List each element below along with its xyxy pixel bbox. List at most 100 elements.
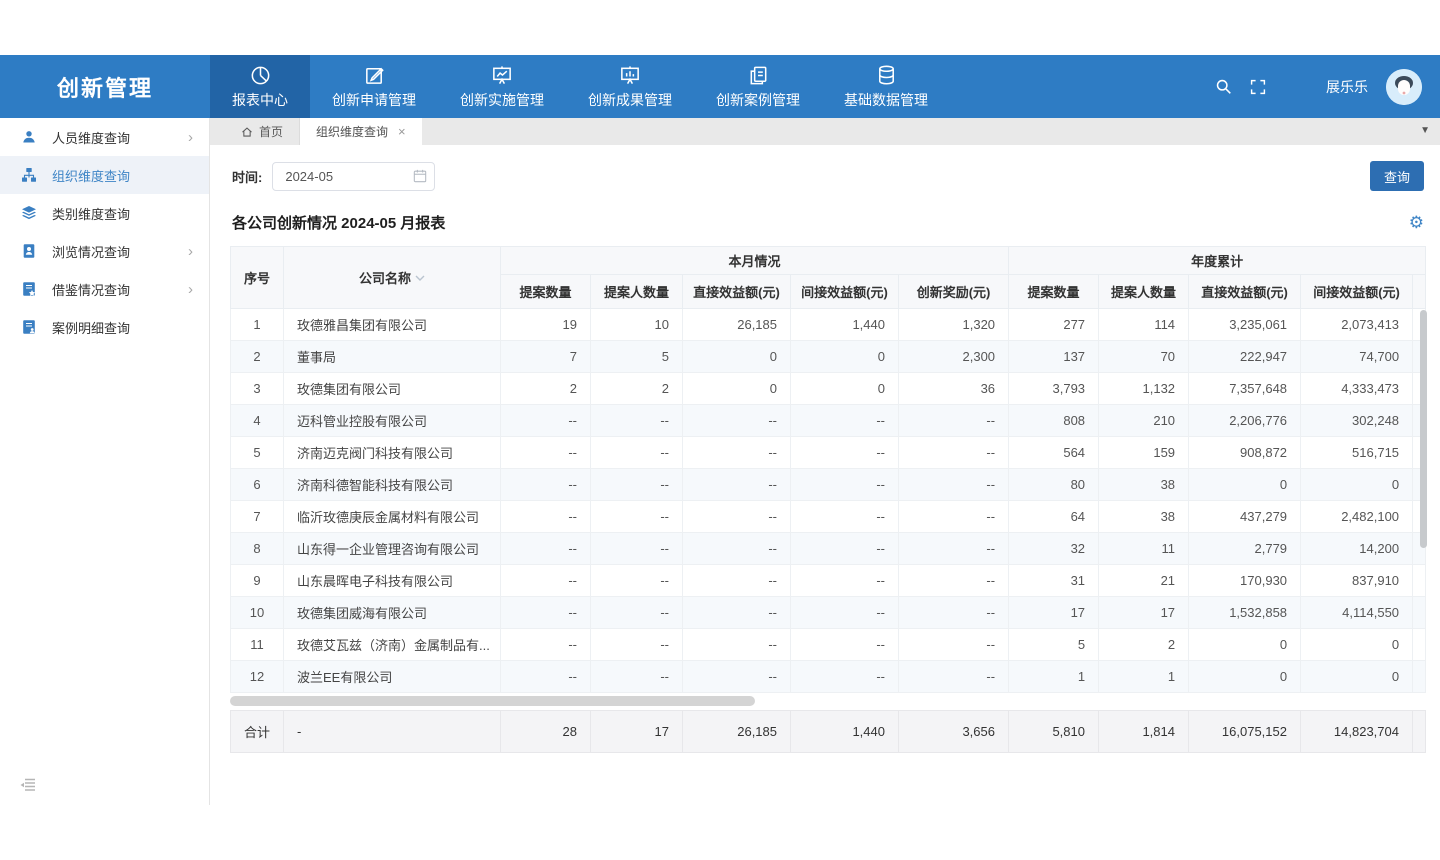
sort-caret-icon[interactable] (415, 270, 425, 285)
total-cell: 14,823,704 (1301, 711, 1413, 753)
total-body: 合计-281726,1851,4403,6565,8101,81416,075,… (231, 711, 1426, 753)
cell: 11 (1099, 533, 1189, 565)
avatar[interactable] (1386, 69, 1422, 105)
cell: 1,440 (791, 309, 899, 341)
cell: 159 (1099, 437, 1189, 469)
cell: 64 (1009, 501, 1099, 533)
nav-item[interactable]: 创新案例管理 (694, 55, 822, 118)
cell: -- (501, 501, 591, 533)
user-name[interactable]: 展乐乐 (1326, 77, 1368, 97)
cell: 21 (1099, 565, 1189, 597)
cell: 1 (231, 309, 284, 341)
nav-item[interactable]: 创新实施管理 (438, 55, 566, 118)
time-input[interactable] (272, 162, 435, 191)
total-cell: 28 (501, 711, 591, 753)
cell: -- (899, 533, 1009, 565)
sidebar-item-label: 借鉴情况查询 (52, 280, 130, 299)
cell: -- (899, 629, 1009, 661)
cell: -- (791, 533, 899, 565)
presentation-line-icon (490, 63, 514, 87)
cell: 0 (1189, 661, 1301, 693)
sidebar-item[interactable]: 组织维度查询 (0, 156, 209, 194)
main-content: 时间: 查询 各公司创新情况 2024-05 月报表 ⚙ 序号公司名称本月情况年… (210, 145, 1440, 860)
tab-dropdown-caret-icon[interactable]: ▼ (1420, 125, 1430, 136)
nav-item-label: 报表中心 (232, 90, 288, 110)
sidebar-item[interactable]: 类别维度查询 (0, 194, 209, 232)
cell: 17 (1009, 597, 1099, 629)
table-settings-gear-icon[interactable]: ⚙ (1409, 214, 1424, 231)
sidebar-item-label: 组织维度查询 (52, 166, 130, 185)
page: 创新管理 报表中心创新申请管理创新实施管理创新成果管理创新案例管理基础数据管理 … (0, 0, 1440, 860)
cell: 6 (231, 469, 284, 501)
cell: 170,930 (1189, 565, 1301, 597)
table-row: 1玫德雅昌集团有限公司191026,1851,4401,3202771143,2… (231, 309, 1426, 341)
cell: 1,132 (1099, 373, 1189, 405)
sidebar-item-label: 人员维度查询 (52, 128, 130, 147)
column-header-company[interactable]: 公司名称 (284, 247, 501, 309)
table-row: 10玫德集团威海有限公司----------17171,532,8584,114… (231, 597, 1426, 629)
total-cell: 5,810 (1009, 711, 1099, 753)
nav-item[interactable]: 报表中心 (210, 55, 310, 118)
search-icon[interactable] (1215, 78, 1232, 95)
cell: 3,235,061 (1189, 309, 1301, 341)
column-group-year: 年度累计 (1009, 247, 1426, 275)
horizontal-scrollbar-track (230, 696, 1425, 706)
cell: 5 (231, 437, 284, 469)
cell: -- (683, 469, 791, 501)
cell: -- (791, 405, 899, 437)
cell: -- (791, 469, 899, 501)
tab[interactable]: 组织维度查询× (300, 118, 422, 145)
cell: 4,114,550 (1301, 597, 1413, 629)
table-row: 11玫德艾瓦兹（济南）金属制品有...----------5200 (231, 629, 1426, 661)
database-icon (875, 63, 898, 87)
cell: -- (899, 405, 1009, 437)
table-row: 3玫德集团有限公司2200363,7931,1327,357,6484,333,… (231, 373, 1426, 405)
calendar-icon[interactable] (413, 169, 427, 188)
total-cell: - (284, 711, 501, 753)
cell: 董事局 (284, 341, 501, 373)
table-row: 9山东晨晖电子科技有限公司----------3121170,930837,91… (231, 565, 1426, 597)
cell: -- (899, 565, 1009, 597)
browse-badge-icon (21, 243, 37, 259)
cell: 3,793 (1009, 373, 1099, 405)
collapse-sidebar-icon[interactable] (20, 778, 36, 797)
tab[interactable]: 首页 (225, 118, 300, 145)
horizontal-scrollbar-thumb[interactable] (230, 696, 755, 706)
nav-item[interactable]: 基础数据管理 (822, 55, 950, 118)
sidebar-item[interactable]: 案例明细查询 (0, 308, 209, 346)
sidebar-item[interactable]: 借鉴情况查询› (0, 270, 209, 308)
tabbar: 首页组织维度查询× ▼ (210, 118, 1440, 145)
close-tab-icon[interactable]: × (398, 124, 406, 139)
cell: 31 (1009, 565, 1099, 597)
total-cell: 合计 (231, 711, 284, 753)
nav-item-label: 创新案例管理 (716, 90, 800, 110)
cell: -- (791, 565, 899, 597)
sidebar-item[interactable]: 人员维度查询 › (0, 118, 209, 156)
cell: 玫德集团威海有限公司 (284, 597, 501, 629)
cell: -- (683, 533, 791, 565)
cell: 迈科管业控股有限公司 (284, 405, 501, 437)
cell: 80 (1009, 469, 1099, 501)
cell: 38 (1099, 501, 1189, 533)
nav-item[interactable]: 创新成果管理 (566, 55, 694, 118)
vertical-scrollbar[interactable] (1420, 310, 1427, 548)
cell: -- (899, 597, 1009, 629)
cell: -- (683, 597, 791, 629)
nav-item[interactable]: 创新申请管理 (310, 55, 438, 118)
cell: 7,357,648 (1189, 373, 1301, 405)
cell: -- (791, 661, 899, 693)
cell: 3 (231, 373, 284, 405)
cell: -- (791, 597, 899, 629)
sidebar-item[interactable]: 浏览情况查询› (0, 232, 209, 270)
cell: -- (591, 565, 683, 597)
column-header-seq: 序号 (231, 247, 284, 309)
chevron-right-icon: › (188, 129, 193, 146)
query-button[interactable]: 查询 (1370, 161, 1424, 191)
cell: 222,947 (1189, 341, 1301, 373)
fullscreen-icon[interactable] (1250, 79, 1266, 95)
total-cell: 17 (591, 711, 683, 753)
report-table: 序号公司名称本月情况年度累计提案数量提案人数量直接效益额(元)间接效益额(元)创… (230, 246, 1426, 693)
cell: -- (899, 661, 1009, 693)
cell: 9 (231, 565, 284, 597)
table-row: 8山东得一企业管理咨询有限公司----------32112,77914,200 (231, 533, 1426, 565)
